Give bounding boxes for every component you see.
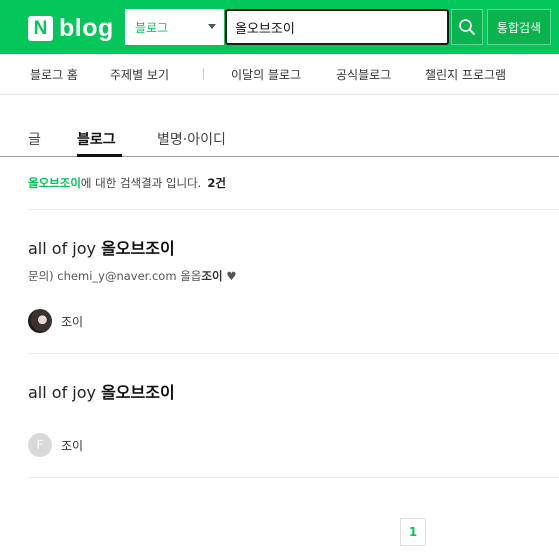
author-name: 조이: [61, 438, 84, 453]
search-button[interactable]: [451, 9, 483, 45]
search-input[interactable]: [225, 9, 449, 45]
divider: [28, 477, 559, 478]
result-title-1[interactable]: all of joy 올오브조이: [28, 235, 175, 259]
category-label: 블로그: [135, 20, 169, 35]
header-bar: N blog 블로그 통합검색: [0, 0, 559, 54]
naver-logo-icon: N: [28, 16, 53, 41]
divider: [28, 209, 559, 210]
nav-official-blog[interactable]: 공식블로그: [336, 66, 391, 83]
blog-logo-text: blog: [59, 14, 114, 42]
avatar: F: [28, 433, 52, 457]
result-tabs: 글 블로그 별명·아이디: [0, 95, 559, 157]
nav-blog-home[interactable]: 블로그 홈: [30, 66, 78, 83]
result-title-prefix: all of joy: [28, 383, 102, 402]
tab-blog[interactable]: 블로그: [77, 129, 116, 149]
summary-keyword: 올오브조이: [28, 176, 81, 190]
result-desc-1: 문의) chemi_y@naver.com 올옵조이 ♥: [28, 268, 237, 284]
search-summary: 올오브조이에 대한 검색결과 입니다. 2건: [28, 175, 226, 191]
result-title-2[interactable]: all of joy 올오브조이: [28, 379, 175, 403]
desc-highlight: 조이: [201, 269, 223, 283]
tab-posts[interactable]: 글: [28, 129, 41, 149]
active-tab-indicator: [77, 154, 122, 157]
result-count: 2건: [207, 176, 226, 190]
author-name: 조이: [61, 314, 84, 329]
nav-challenge-program[interactable]: 챌린지 프로그램: [425, 66, 506, 83]
divider: [28, 353, 559, 354]
tab-nickname-id[interactable]: 별명·아이디: [157, 129, 226, 149]
search-bar: 블로그: [125, 9, 449, 45]
result-author-2[interactable]: F 조이: [28, 433, 83, 457]
nav-divider: [203, 68, 204, 80]
result-author-1[interactable]: 조이: [28, 309, 83, 333]
summary-text: 에 대한 검색결과 입니다.: [80, 176, 202, 190]
nav-monthly-blog[interactable]: 이달의 블로그: [231, 66, 301, 83]
naver-blog-logo[interactable]: N blog: [28, 14, 114, 43]
search-icon: [459, 19, 475, 35]
avatar: [28, 309, 52, 333]
top-nav: 블로그 홈 주제별 보기 이달의 블로그 공식블로그 챌린지 프로그램: [0, 54, 559, 95]
caret-down-icon: [208, 24, 216, 29]
result-title-prefix: all of joy: [28, 239, 102, 258]
desc-prefix: 문의) chemi_y@naver.com 올옵: [28, 269, 202, 283]
nav-topic-view[interactable]: 주제별 보기: [110, 66, 169, 83]
result-title-highlight: 올오브조이: [101, 239, 175, 258]
result-title-highlight: 올오브조이: [101, 383, 175, 402]
category-select[interactable]: 블로그: [125, 9, 224, 45]
total-search-button[interactable]: 통합검색: [487, 9, 551, 45]
page-1-button[interactable]: 1: [400, 518, 426, 546]
heart-icon: ♥: [222, 269, 237, 283]
